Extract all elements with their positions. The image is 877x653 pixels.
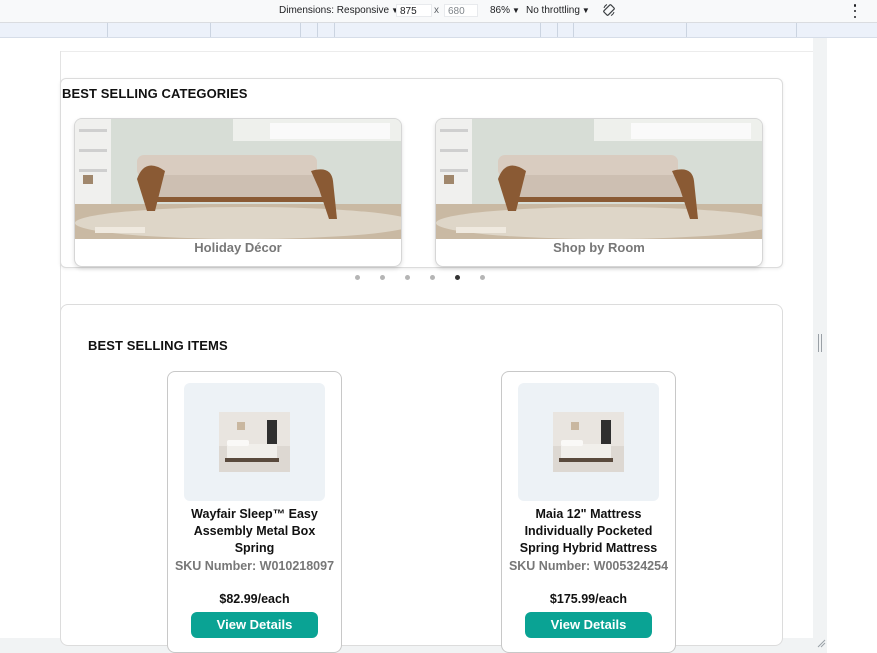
carousel-pagination bbox=[355, 275, 485, 280]
product-name[interactable]: Maia 12" Mattress Individually Pocketed … bbox=[508, 506, 669, 557]
category-image bbox=[436, 119, 762, 239]
category-label: Holiday Décor bbox=[194, 240, 282, 255]
product-card: Maia 12" Mattress Individually Pocketed … bbox=[501, 371, 676, 653]
product-image[interactable] bbox=[553, 412, 624, 472]
resize-handle-right[interactable] bbox=[818, 334, 822, 352]
carousel-dot[interactable] bbox=[355, 275, 360, 280]
carousel-dot[interactable] bbox=[430, 275, 435, 280]
rotate-icon[interactable] bbox=[602, 3, 616, 17]
media-query-ruler bbox=[0, 23, 877, 38]
product-name[interactable]: Wayfair Sleep™ Easy Assembly Metal Box S… bbox=[174, 506, 335, 557]
carousel-dot[interactable] bbox=[380, 275, 385, 280]
devtools-side-area bbox=[827, 38, 877, 653]
product-image-frame bbox=[518, 383, 659, 501]
resize-corner-icon[interactable] bbox=[816, 638, 826, 648]
more-options-icon[interactable] bbox=[852, 4, 858, 18]
product-sku: SKU Number: W010218097 bbox=[174, 559, 335, 573]
caret-down-icon: ▼ bbox=[512, 6, 520, 15]
product-sku: SKU Number: W005324254 bbox=[508, 559, 669, 573]
zoom-label: 86% bbox=[490, 5, 511, 16]
view-details-button[interactable]: View Details bbox=[191, 612, 318, 638]
zoom-dropdown[interactable]: 86% ▼ bbox=[490, 5, 520, 16]
width-input[interactable]: 875 bbox=[396, 4, 432, 17]
throttling-dropdown[interactable]: No throttling ▼ bbox=[526, 5, 590, 16]
times-separator: x bbox=[434, 5, 439, 16]
items-title: BEST SELLING ITEMS bbox=[88, 338, 228, 353]
dimensions-label: Dimensions: Responsive bbox=[279, 5, 390, 16]
dimensions-dropdown[interactable]: Dimensions: Responsive ▼ bbox=[279, 5, 399, 16]
category-image bbox=[75, 119, 401, 239]
product-image[interactable] bbox=[219, 412, 290, 472]
devtools-device-toolbar: Dimensions: Responsive ▼ 875 x 680 86% ▼… bbox=[0, 0, 877, 23]
caret-down-icon: ▼ bbox=[581, 6, 590, 15]
categories-title: BEST SELLING CATEGORIES bbox=[62, 86, 248, 101]
carousel-dot[interactable] bbox=[455, 275, 460, 280]
category-tile-holiday-decor[interactable]: Holiday Décor bbox=[74, 118, 402, 267]
product-price: $175.99/each bbox=[549, 592, 628, 606]
carousel-dot[interactable] bbox=[405, 275, 410, 280]
category-tile-shop-by-room[interactable]: Shop by Room bbox=[435, 118, 763, 267]
throttling-label: No throttling bbox=[526, 5, 580, 16]
container-border bbox=[60, 51, 813, 52]
carousel-dot[interactable] bbox=[480, 275, 485, 280]
view-details-button[interactable]: View Details bbox=[525, 612, 652, 638]
product-image-frame bbox=[184, 383, 325, 501]
product-card: Wayfair Sleep™ Easy Assembly Metal Box S… bbox=[167, 371, 342, 653]
category-label: Shop by Room bbox=[553, 240, 645, 255]
product-price: $82.99/each bbox=[219, 592, 290, 606]
height-input[interactable]: 680 bbox=[444, 4, 478, 17]
